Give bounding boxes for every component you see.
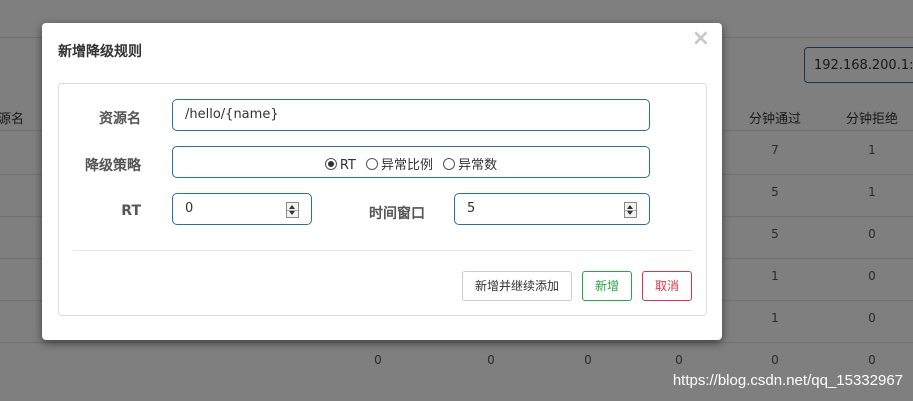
resource-name-input[interactable]: /hello/{name}: [172, 99, 650, 131]
strategy-radio-group: RT 异常比例 异常数: [172, 146, 650, 178]
watermark-text: https://blog.csdn.net/qq_15332967: [672, 372, 903, 389]
time-window-label: 时间窗口: [369, 206, 425, 222]
form-divider: [73, 250, 692, 251]
add-and-continue-button[interactable]: 新增并继续添加: [462, 271, 572, 301]
strategy-option-rt[interactable]: RT: [324, 158, 356, 173]
time-window-value: 5: [467, 201, 476, 216]
radio-selected-icon: [324, 158, 337, 170]
resource-name-value: /hello/{name}: [185, 107, 279, 122]
strategy-label: 降级策略: [85, 158, 141, 174]
time-window-spinner-icon[interactable]: [624, 202, 637, 218]
cancel-button[interactable]: 取消: [642, 271, 692, 301]
rt-spinner-icon[interactable]: [286, 202, 299, 218]
rt-label: RT: [121, 203, 141, 219]
rt-value: 0: [185, 201, 194, 216]
close-icon[interactable]: ×: [692, 28, 710, 50]
time-window-number-input[interactable]: 5: [454, 193, 650, 225]
strategy-option-exception-ratio[interactable]: 异常比例: [366, 154, 433, 173]
strategy-option-exception-count[interactable]: 异常数: [443, 154, 497, 173]
add-degrade-rule-dialog: 新增降级规则 × 资源名 /hello/{name} 降级策略 RT 异常比例 …: [42, 23, 722, 340]
resource-name-label: 资源名: [99, 111, 141, 127]
form-panel: 资源名 /hello/{name} 降级策略 RT 异常比例 异常数 RT 0: [58, 83, 707, 316]
dialog-title: 新增降级规则: [58, 44, 142, 60]
strategy-option-label: 异常比例: [381, 158, 434, 173]
strategy-option-label: RT: [339, 158, 356, 173]
radio-icon: [366, 158, 378, 170]
radio-icon: [443, 158, 456, 170]
rt-number-input[interactable]: 0: [172, 193, 312, 225]
add-button[interactable]: 新增: [582, 271, 632, 301]
strategy-option-label: 异常数: [458, 158, 498, 173]
